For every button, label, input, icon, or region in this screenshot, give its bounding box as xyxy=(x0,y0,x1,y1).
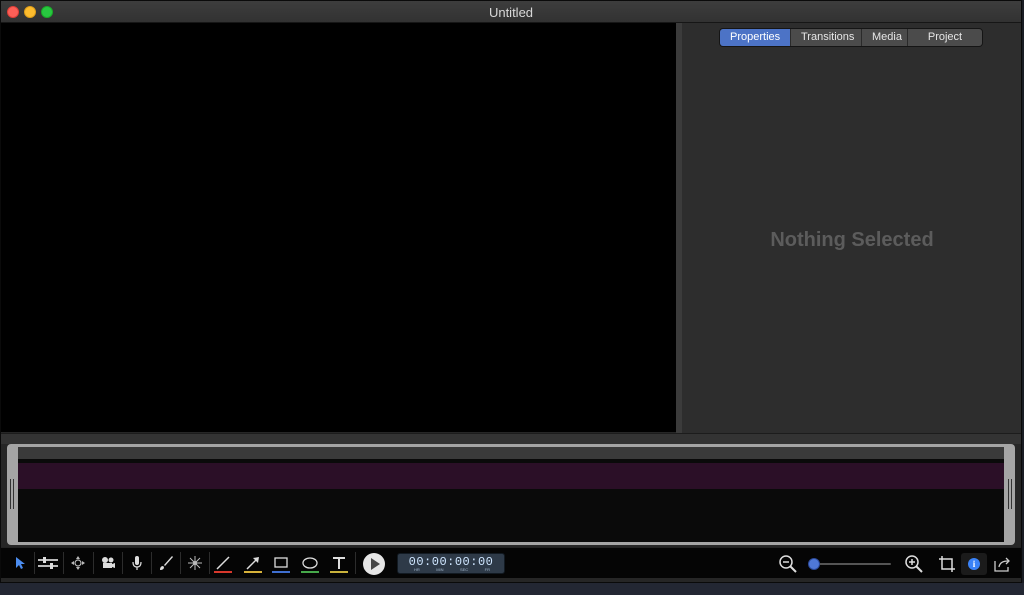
play-button[interactable] xyxy=(363,553,385,575)
play-icon xyxy=(371,558,380,570)
line-color-swatch xyxy=(214,571,232,573)
tab-media[interactable]: Media xyxy=(861,29,907,46)
arrow-color-swatch xyxy=(244,571,262,573)
arrow-icon xyxy=(246,557,259,570)
inspector-panel: Properties Transitions Media Project Inf… xyxy=(682,23,1021,433)
crop-icon xyxy=(939,556,955,572)
desktop-background xyxy=(0,583,1024,595)
timecode-display: 00:00:00:00 HR MIN SEC FR xyxy=(397,553,505,574)
timeline-left-handle[interactable] xyxy=(10,479,14,509)
zoom-slider[interactable] xyxy=(808,558,891,570)
zoom-in-icon xyxy=(905,555,923,573)
rectangle-tool-button[interactable] xyxy=(268,552,294,574)
timecode-unit-sec: SEC xyxy=(459,567,469,572)
app-window: Untitled Properties Transitions Media Pr… xyxy=(0,0,1022,583)
tab-transitions[interactable]: Transitions xyxy=(790,29,861,46)
track-adjust-icon xyxy=(38,557,58,569)
horizontal-splitter[interactable] xyxy=(1,433,1021,444)
zoom-out-icon xyxy=(779,555,797,573)
zoom-out-button[interactable] xyxy=(777,553,799,575)
brush-tool-button[interactable] xyxy=(153,552,179,574)
text-color-swatch xyxy=(330,571,348,573)
info-button[interactable]: i xyxy=(961,553,987,575)
video-preview-canvas[interactable] xyxy=(1,23,676,432)
inspector-tabs: Properties Transitions Media Project Inf… xyxy=(719,28,983,47)
share-button[interactable] xyxy=(991,553,1013,575)
audio-tool-button[interactable] xyxy=(124,552,150,574)
ellipse-tool-button[interactable] xyxy=(297,552,323,574)
text-tool-button[interactable] xyxy=(326,552,352,574)
timeline xyxy=(7,444,1015,545)
line-tool-button[interactable] xyxy=(210,552,236,574)
arrow-tool-button[interactable] xyxy=(240,552,266,574)
timeline-track[interactable] xyxy=(18,463,1004,489)
timecode-unit-fr: FR xyxy=(484,567,490,572)
zoom-in-button[interactable] xyxy=(903,553,925,575)
title-bar: Untitled xyxy=(1,1,1021,23)
window-title: Untitled xyxy=(488,5,534,20)
arrow-pointer-icon xyxy=(16,557,25,569)
effects-tool-button[interactable] xyxy=(182,552,208,574)
camera-tool-button[interactable] xyxy=(95,552,121,574)
timecode-units: HR MIN SEC FR xyxy=(414,567,490,572)
ellipse-icon xyxy=(302,557,318,569)
rectangle-color-swatch xyxy=(272,571,290,573)
empty-selection-message: Nothing Selected xyxy=(770,229,934,251)
microphone-icon xyxy=(132,556,142,570)
timecode-unit-min: MIN xyxy=(436,567,444,572)
info-icon: i xyxy=(968,558,980,570)
brush-icon xyxy=(160,556,173,570)
timeline-area[interactable] xyxy=(18,447,1004,542)
share-icon xyxy=(994,557,1010,572)
timecode-unit-hr: HR xyxy=(414,567,420,572)
move-tool-button[interactable] xyxy=(65,552,91,574)
ellipse-color-swatch xyxy=(301,571,319,573)
tab-project-info[interactable]: Project Info xyxy=(907,29,982,46)
timeline-right-handle[interactable] xyxy=(1008,479,1012,509)
text-icon xyxy=(333,557,345,569)
line-icon xyxy=(216,556,230,570)
move-icon xyxy=(71,556,85,570)
select-tool-button[interactable] xyxy=(7,552,33,574)
tab-properties[interactable]: Properties xyxy=(720,29,790,46)
crop-button[interactable] xyxy=(936,553,958,575)
camera-icon xyxy=(102,557,115,568)
timeline-ruler[interactable] xyxy=(18,447,1004,459)
track-tool-button[interactable] xyxy=(35,552,61,574)
rectangle-icon xyxy=(274,557,288,568)
sparkle-icon xyxy=(188,556,202,570)
